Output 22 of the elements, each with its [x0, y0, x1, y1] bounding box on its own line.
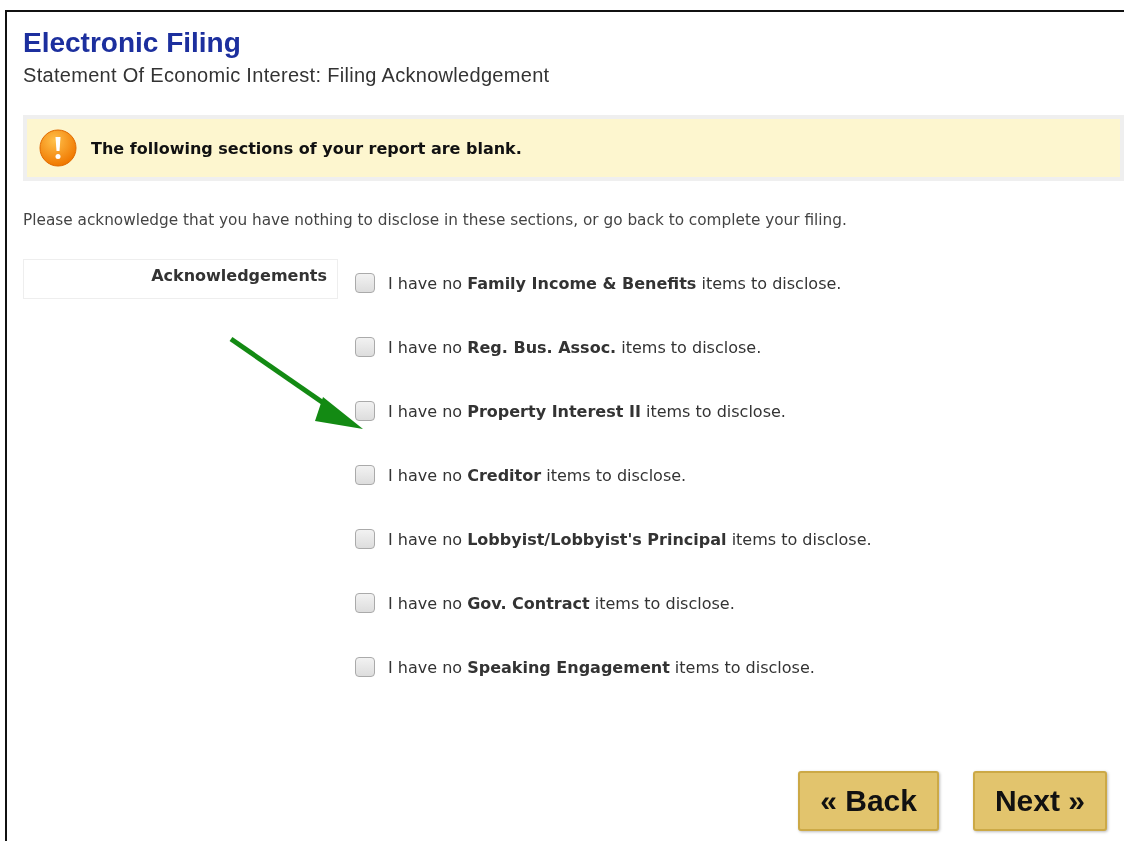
page-subtitle: Statement Of Economic Interest: Filing Acknowledgement — [23, 63, 551, 88]
back-button[interactable]: « Back — [798, 771, 939, 831]
next-button[interactable]: Next » — [972, 771, 1107, 831]
checkbox[interactable] — [355, 337, 375, 357]
acknowledgement-text: I have no Property Interest II items to disclose. — [388, 401, 786, 421]
checkbox[interactable] — [355, 465, 375, 485]
acknowledgement-text: I have no Gov. Contract items to disclose. — [388, 593, 735, 613]
checkbox[interactable] — [355, 593, 375, 613]
checkbox[interactable] — [355, 401, 375, 421]
checkbox[interactable] — [355, 529, 375, 549]
warning-icon — [39, 129, 77, 167]
instructions-text: Please acknowledge that you have nothing to disclose in these sections, or go back to complete your filing. — [23, 211, 848, 229]
page-title: Electronic Filing — [23, 26, 242, 60]
acknowledgement-text: I have no Lobbyist/Lobbyist's Principal items to disclose. — [388, 529, 872, 549]
acknowledgements-label: Acknowledgements — [23, 259, 338, 299]
checkbox[interactable] — [355, 657, 375, 677]
acknowledgement-text: I have no Creditor items to disclose. — [388, 465, 687, 485]
warning-message: The following sections of your report are blank. — [91, 138, 522, 158]
acknowledgement-text: I have no Speaking Engagement items to disclose. — [388, 657, 815, 677]
checkbox[interactable] — [355, 273, 375, 293]
acknowledgement-text: I have no Family Income & Benefits items to disclose. — [388, 273, 842, 293]
acknowledgement-text: I have no Reg. Bus. Assoc. items to disclose. — [388, 337, 762, 357]
